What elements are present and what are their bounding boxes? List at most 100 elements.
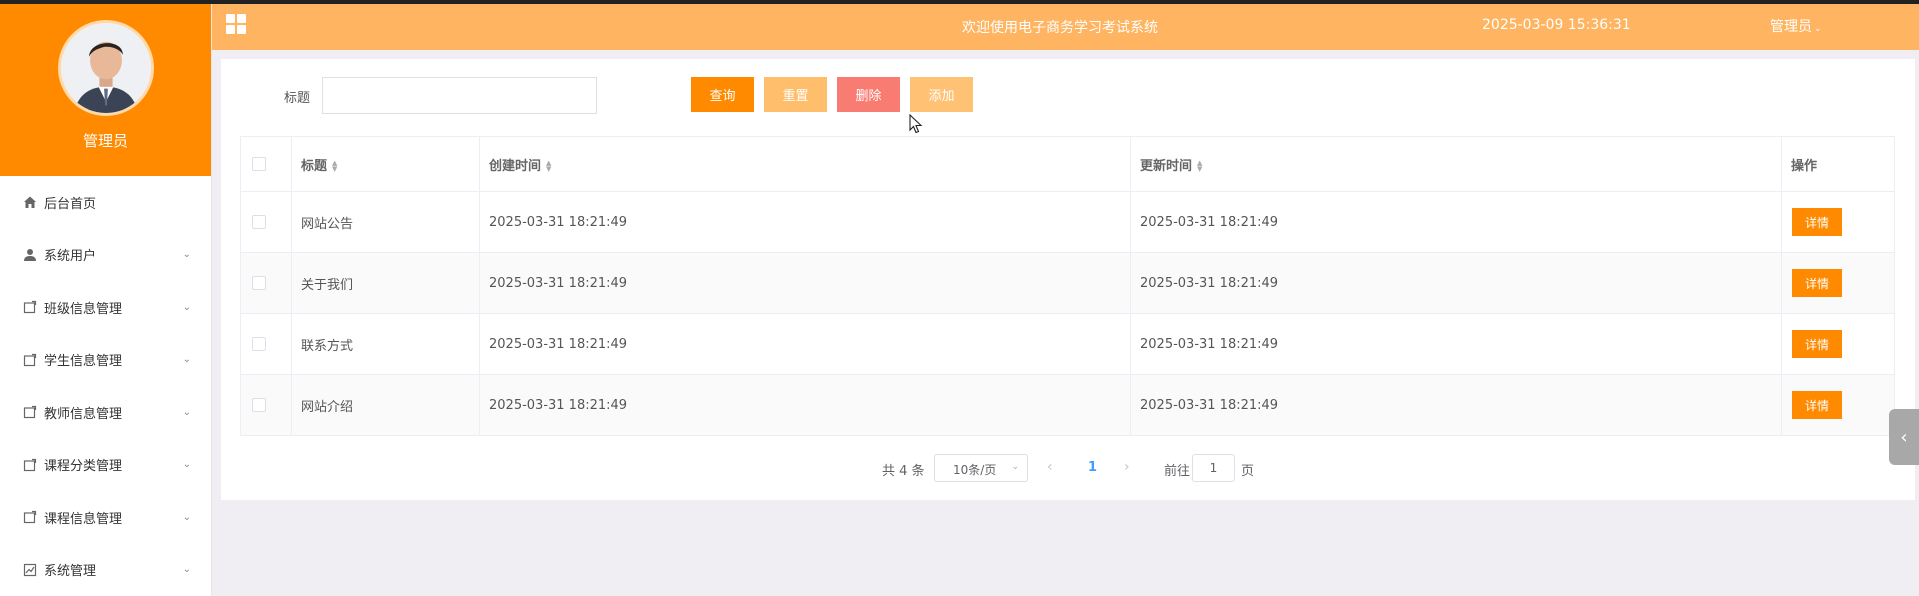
cell-updated: 2025-03-31 18:21:49 xyxy=(1130,252,1782,314)
collapse-panel-tab[interactable]: ‹ xyxy=(1889,409,1919,465)
cell-actions: 详情 xyxy=(1781,252,1895,314)
sidebar-item-student-info[interactable]: 学生信息管理 ⌄ xyxy=(0,334,211,387)
chevron-down-icon: ⌄ xyxy=(1011,462,1019,472)
detail-button[interactable]: 详情 xyxy=(1792,391,1842,419)
content-panel: 标题 查询 重置 删除 添加 标题 ▲ ▼ 创建时间 ▲ ▼ 更新时间 ▲ ▼ 操作 网站公… xyxy=(221,59,1915,500)
user-dropdown[interactable]: 管理员 ⌄ xyxy=(1770,16,1822,36)
sidebar-item-home[interactable]: 后台首页 xyxy=(0,176,211,229)
sidebar-item-system-users[interactable]: 系统用户 ⌄ xyxy=(0,229,211,282)
chevron-down-icon: ⌄ xyxy=(182,354,191,366)
delete-button[interactable]: 删除 xyxy=(837,77,900,112)
page-title: 欢迎使用电子商务学习考试系统 xyxy=(962,20,1158,36)
table-row: 联系方式 2025-03-31 18:21:49 2025-03-31 18:2… xyxy=(240,313,1895,375)
cell-actions: 详情 xyxy=(1781,313,1895,375)
cell-actions: 详情 xyxy=(1781,374,1895,436)
sidebar-item-label: 系统管理 xyxy=(44,564,97,580)
sort-icon[interactable]: ▲ ▼ xyxy=(546,160,551,173)
cell-created: 2025-03-31 18:21:49 xyxy=(479,374,1131,436)
header-checkbox-cell xyxy=(240,136,292,192)
table-header-row: 标题 ▲ ▼ 创建时间 ▲ ▼ 更新时间 ▲ ▼ 操作 xyxy=(240,136,1895,192)
chevron-down-icon: ⌄ xyxy=(182,249,191,261)
query-button[interactable]: 查询 xyxy=(691,77,754,112)
column-header-label: 标题 xyxy=(301,158,328,174)
mouse-cursor-icon xyxy=(909,114,923,134)
sidebar-item-teacher-info[interactable]: 教师信息管理 ⌄ xyxy=(0,386,211,439)
sidebar-item-label: 教师信息管理 xyxy=(44,406,123,422)
cell-updated: 2025-03-31 18:21:49 xyxy=(1130,374,1782,436)
cell-title: 网站介绍 xyxy=(291,374,480,436)
table-row: 网站公告 2025-03-31 18:21:49 2025-03-31 18:2… xyxy=(240,191,1895,253)
avatar[interactable] xyxy=(57,20,154,116)
cell-updated: 2025-03-31 18:21:49 xyxy=(1130,313,1782,375)
cell-title: 联系方式 xyxy=(291,313,480,375)
sidebar-item-course-category[interactable]: 课程分类管理 ⌄ xyxy=(0,439,211,492)
search-title-input[interactable] xyxy=(322,77,597,114)
sort-icon[interactable]: ▲ ▼ xyxy=(332,160,337,173)
column-header-label: 更新时间 xyxy=(1140,158,1193,174)
select-all-checkbox[interactable] xyxy=(252,157,266,171)
row-checkbox[interactable] xyxy=(252,276,266,290)
reset-button[interactable]: 重置 xyxy=(764,77,827,112)
row-checkbox[interactable] xyxy=(252,215,266,229)
folder-icon xyxy=(22,352,38,368)
page-suffix-label: 页 xyxy=(1241,464,1255,479)
data-table: 标题 ▲ ▼ 创建时间 ▲ ▼ 更新时间 ▲ ▼ 操作 网站公告 2025-03-31 18… xyxy=(240,136,1895,436)
folder-icon xyxy=(22,457,38,473)
folder-icon xyxy=(22,404,38,420)
column-header-updated[interactable]: 更新时间 ▲ ▼ xyxy=(1130,136,1782,192)
pagination-total: 共 4 条 xyxy=(882,464,925,479)
page-size-value: 10条/页 xyxy=(953,463,997,477)
search-title-label: 标题 xyxy=(284,91,311,106)
sidebar-item-label: 课程信息管理 xyxy=(44,511,123,527)
chevron-down-icon: ⌄ xyxy=(182,459,191,471)
sidebar-item-label: 学生信息管理 xyxy=(44,354,123,370)
user-dropdown-label: 管理员 xyxy=(1770,19,1812,35)
folder-icon xyxy=(22,299,38,315)
chart-icon xyxy=(22,562,38,578)
table-row: 网站介绍 2025-03-31 18:21:49 2025-03-31 18:2… xyxy=(240,374,1895,436)
cell-title: 关于我们 xyxy=(291,252,480,314)
row-checkbox[interactable] xyxy=(252,337,266,351)
home-icon xyxy=(22,194,38,210)
sort-icon[interactable]: ▲ ▼ xyxy=(1197,160,1202,173)
row-checkbox-cell xyxy=(240,252,292,314)
column-header-created[interactable]: 创建时间 ▲ ▼ xyxy=(479,136,1131,192)
chevron-down-icon: ⌄ xyxy=(182,511,191,523)
row-checkbox-cell xyxy=(240,313,292,375)
detail-button[interactable]: 详情 xyxy=(1792,330,1842,358)
grid-menu-icon[interactable] xyxy=(226,14,246,34)
row-checkbox[interactable] xyxy=(252,398,266,412)
chevron-down-icon: ⌄ xyxy=(182,301,191,313)
detail-button[interactable]: 详情 xyxy=(1792,269,1842,297)
add-button[interactable]: 添加 xyxy=(910,77,973,112)
goto-page-input[interactable] xyxy=(1192,454,1235,482)
column-header-actions: 操作 xyxy=(1781,136,1895,192)
chevron-left-icon: ‹ xyxy=(1900,426,1908,448)
next-page-button[interactable]: › xyxy=(1124,459,1130,475)
pagination: 共 4 条 10条/页 ⌄ ‹ 1 › 前往 页 xyxy=(221,454,1915,482)
page-size-select[interactable]: 10条/页 ⌄ xyxy=(934,454,1028,482)
sidebar-user-name: 管理员 xyxy=(82,132,128,150)
column-header-title[interactable]: 标题 ▲ ▼ xyxy=(291,136,480,192)
sidebar-item-system-management[interactable]: 系统管理 ⌄ xyxy=(0,544,211,596)
sidebar-item-label: 系统用户 xyxy=(44,249,97,265)
sidebar-item-class-info[interactable]: 班级信息管理 ⌄ xyxy=(0,281,211,334)
cell-created: 2025-03-31 18:21:49 xyxy=(479,191,1131,253)
row-checkbox-cell xyxy=(240,374,292,436)
detail-button[interactable]: 详情 xyxy=(1792,208,1842,236)
sidebar: 管理员 后台首页 系统用户 ⌄ 班级信息管理 ⌄ 学生信息管理 ⌄ 教师信息管理… xyxy=(0,0,212,596)
chevron-down-icon: ⌄ xyxy=(182,406,191,418)
sidebar-item-label: 班级信息管理 xyxy=(44,301,123,317)
goto-label: 前往 xyxy=(1164,464,1191,479)
sidebar-item-label: 课程分类管理 xyxy=(44,459,123,475)
cell-updated: 2025-03-31 18:21:49 xyxy=(1130,191,1782,253)
prev-page-button[interactable]: ‹ xyxy=(1047,459,1053,475)
sidebar-item-course-info[interactable]: 课程信息管理 ⌄ xyxy=(0,491,211,544)
sidebar-profile: 管理员 xyxy=(0,0,211,176)
page-number-current[interactable]: 1 xyxy=(1088,460,1097,475)
folder-icon xyxy=(22,509,38,525)
cell-created: 2025-03-31 18:21:49 xyxy=(479,252,1131,314)
cell-title: 网站公告 xyxy=(291,191,480,253)
table-row: 关于我们 2025-03-31 18:21:49 2025-03-31 18:2… xyxy=(240,252,1895,314)
cell-actions: 详情 xyxy=(1781,191,1895,253)
